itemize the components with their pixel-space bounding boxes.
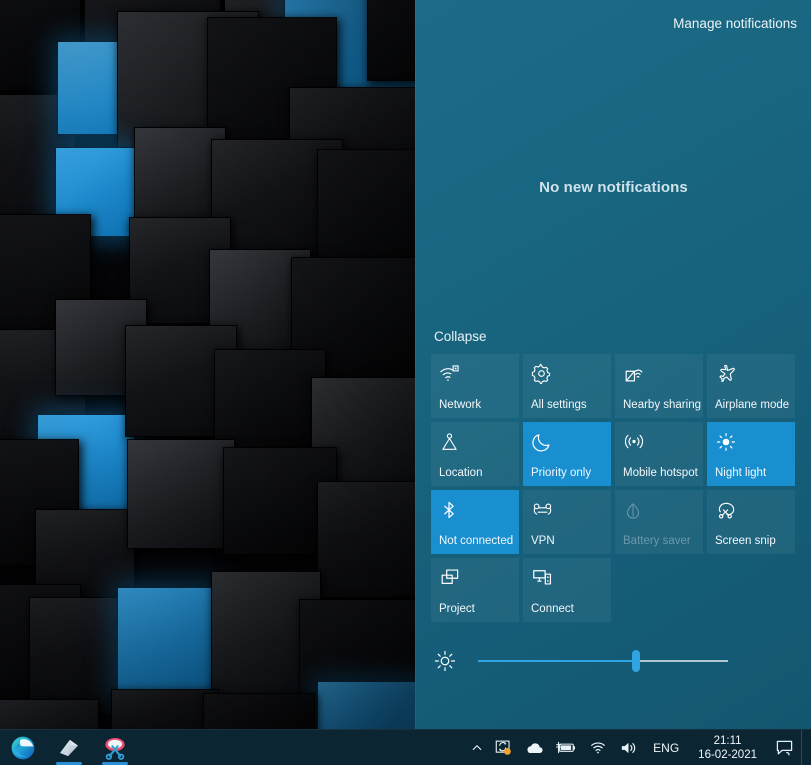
action-center-button[interactable] [767,730,801,765]
moon-icon [531,431,604,453]
battery-saver-icon [623,499,696,521]
brightness-slider-fill [478,660,636,662]
show-desktop-button[interactable] [801,729,807,765]
taskbar-app-sticky-notes[interactable] [46,730,92,765]
battery-charging-icon [556,741,576,754]
quick-action-airplane-mode[interactable]: Airplane mode [707,354,795,418]
quick-action-label: VPN [531,535,555,547]
photos-sync-icon [495,740,511,755]
quick-action-project[interactable]: Project [431,558,519,622]
tray-battery-button[interactable] [549,730,583,765]
taskbar-app-buttons [0,730,138,765]
tray-wifi-button[interactable] [583,730,613,765]
quick-action-battery-saver: Battery saver [615,490,703,554]
quick-action-all-settings[interactable]: All settings [523,354,611,418]
edge-icon [11,736,35,759]
system-tray: ENG 21:11 16-02-2021 [465,729,811,765]
sticky-notes-icon [60,739,78,756]
quick-action-label: Connect [531,603,574,615]
notifications-empty-area: No new notifications [416,46,811,328]
quick-action-mobile-hotspot[interactable]: Mobile hotspot [615,422,703,486]
brightness-slider-row [416,650,811,672]
tray-clock[interactable]: 21:11 16-02-2021 [688,730,767,765]
quick-action-label: Night light [715,467,767,479]
taskbar-app-microsoft-edge[interactable] [0,730,46,765]
quick-action-vpn[interactable]: VPN [523,490,611,554]
action-center-bubble-icon [776,740,792,756]
action-center-panel: Manage notifications No new notification… [415,0,811,729]
screen: Manage notifications No new notification… [0,0,811,765]
quick-action-empty-slot [707,558,795,622]
bluetooth-icon [439,499,512,521]
quick-action-network[interactable]: Network [431,354,519,418]
quick-action-label: Nearby sharing [623,399,701,411]
tray-clock-date: 16-02-2021 [698,748,757,761]
quick-action-label: Not connected [439,535,514,547]
wifi-icon [591,742,606,754]
collapse-row: Collapse [416,328,811,354]
quick-action-label: All settings [531,399,587,411]
quick-action-label: Screen snip [715,535,776,547]
tray-volume-button[interactable] [613,730,644,765]
quick-action-connect[interactable]: Connect [523,558,611,622]
chevron-up-icon [472,744,482,750]
manage-notifications-row: Manage notifications [416,0,811,46]
quick-action-label: Location [439,467,483,479]
brightness-slider-thumb[interactable] [631,650,640,672]
quick-action-screen-snip[interactable]: Screen snip [707,490,795,554]
tray-photos-sync-button[interactable] [489,730,518,765]
quick-actions-grid: Network All settings Nearby sharing Airplan… [416,354,811,626]
project-icon [439,567,512,589]
tray-language-indicator[interactable]: ENG [644,741,688,755]
taskbar-running-indicator [56,761,82,765]
show-hidden-icons-button[interactable] [465,730,489,765]
quick-action-empty-slot [615,558,703,622]
tray-clock-time: 21:11 [713,734,742,747]
quick-action-label: Project [439,603,475,615]
quick-action-priority-only[interactable]: Priority only [523,422,611,486]
onedrive-cloud-icon [527,742,543,753]
screen-snip-icon [715,499,788,521]
quick-action-label: Priority only [531,467,592,479]
connect-icon [531,567,604,589]
night-light-sun-icon [715,431,788,453]
quick-action-location[interactable]: Location [431,422,519,486]
taskbar: ENG 21:11 16-02-2021 [0,729,811,765]
hotspot-icon [623,431,696,453]
snip-sketch-icon [105,737,125,760]
no-new-notifications-text: No new notifications [539,178,688,196]
airplane-icon [715,363,788,385]
quick-action-not-connected[interactable]: Not connected [431,490,519,554]
gear-icon [531,363,604,385]
collapse-link[interactable]: Collapse [434,329,487,344]
tray-onedrive-button[interactable] [518,730,549,765]
nearby-sharing-icon [623,363,696,385]
location-icon [439,431,512,453]
brightness-slider[interactable] [478,650,728,672]
quick-action-label: Airplane mode [715,399,790,411]
quick-action-night-light[interactable]: Night light [707,422,795,486]
quick-action-label: Network [439,399,482,411]
taskbar-running-indicator [102,761,128,765]
network-wifi-icon [439,363,512,385]
quick-action-label: Mobile hotspot [623,467,698,479]
quick-action-nearby-sharing[interactable]: Nearby sharing [615,354,703,418]
manage-notifications-link[interactable]: Manage notifications [673,16,797,31]
vpn-icon [531,499,604,521]
desktop-wallpaper[interactable] [0,0,415,729]
taskbar-app-snip-and-sketch[interactable] [92,730,138,765]
volume-speaker-icon [622,742,636,753]
quick-action-label: Battery saver [623,535,691,547]
brightness-sun-icon [434,650,456,672]
